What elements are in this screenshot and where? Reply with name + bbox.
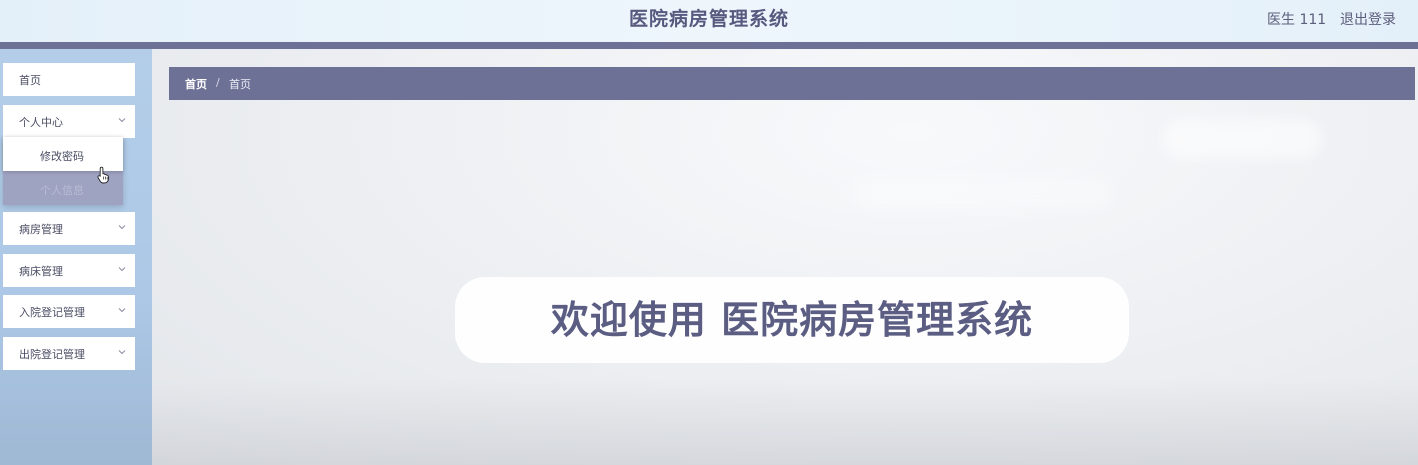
breadcrumb-separator: / <box>216 76 220 89</box>
chevron-down-icon <box>118 223 126 231</box>
sidebar-item-bed-management[interactable]: 病床管理 <box>3 254 135 287</box>
chevron-down-icon <box>118 306 126 314</box>
submenu-item-label: 个人信息 <box>40 184 84 197</box>
sidebar-item-label: 病房管理 <box>19 223 63 236</box>
welcome-card: 欢迎使用 医院病房管理系统 <box>455 277 1129 363</box>
main-content: 首页 / 首页 欢迎使用 医院病房管理系统 <box>152 49 1418 465</box>
submenu-item-change-password[interactable]: 修改密码 <box>3 137 123 171</box>
chevron-down-icon <box>118 348 126 356</box>
sidebar-item-ward-management[interactable]: 病房管理 <box>3 212 135 245</box>
sidebar-item-admission-management[interactable]: 入院登记管理 <box>3 295 135 328</box>
sidebar-item-label: 出院登记管理 <box>19 348 85 361</box>
header-divider-bar <box>0 42 1418 49</box>
breadcrumb-current: 首页 <box>229 78 251 91</box>
sidebar: 首页 个人中心 病房管理 病床管理 入院登记管理 出院登记管理 <box>0 49 152 465</box>
breadcrumb: 首页 / 首页 <box>169 67 1415 100</box>
chevron-down-icon <box>118 265 126 273</box>
sidebar-item-label: 个人中心 <box>19 116 63 129</box>
sidebar-item-label: 首页 <box>19 74 41 87</box>
sidebar-item-discharge-management[interactable]: 出院登记管理 <box>3 337 135 370</box>
current-user-label: 医生 111 <box>1267 12 1327 28</box>
personal-center-submenu: 修改密码 个人信息 <box>3 137 123 205</box>
submenu-item-label: 修改密码 <box>40 150 84 163</box>
sidebar-item-label: 入院登记管理 <box>19 306 85 319</box>
submenu-item-profile[interactable]: 个人信息 <box>3 171 123 205</box>
sidebar-item-personal-center[interactable]: 个人中心 <box>3 105 135 138</box>
top-header: 医院病房管理系统 医生 111 退出登录 <box>0 0 1418 42</box>
app-window: 医院病房管理系统 医生 111 退出登录 首页 个人中心 病房管理 病床管理 入… <box>0 0 1418 465</box>
background-blur <box>852 179 1112 209</box>
app-title: 医院病房管理系统 <box>628 8 789 30</box>
sidebar-item-home[interactable]: 首页 <box>3 63 135 96</box>
background-blur <box>1162 119 1322 159</box>
breadcrumb-home[interactable]: 首页 <box>185 76 207 92</box>
welcome-message: 欢迎使用 医院病房管理系统 <box>550 298 1034 342</box>
background-shade <box>152 379 1418 465</box>
chevron-down-icon <box>118 116 126 124</box>
logout-link[interactable]: 退出登录 <box>1340 9 1396 29</box>
sidebar-item-label: 病床管理 <box>19 265 63 278</box>
